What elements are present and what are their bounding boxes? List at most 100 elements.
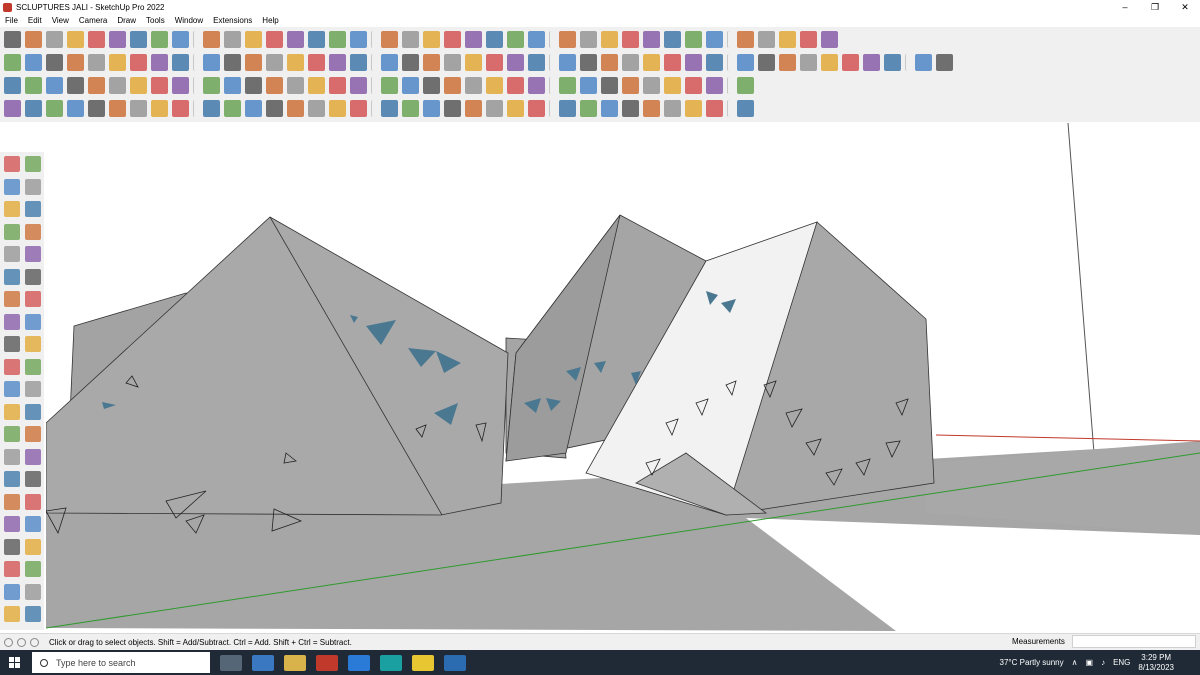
construction-tool-icon[interactable]: [381, 53, 398, 71]
language-indicator[interactable]: ENG: [1113, 658, 1130, 667]
left-tool-icon[interactable]: [4, 268, 20, 285]
left-tool-icon[interactable]: [25, 426, 41, 442]
standard-tool-icon[interactable]: [706, 30, 723, 48]
close-button[interactable]: ✕: [1170, 0, 1200, 14]
sandbox-tool-icon[interactable]: [25, 99, 42, 117]
standard-tool-icon[interactable]: [444, 30, 461, 48]
solid-tool-icon[interactable]: [643, 76, 660, 94]
left-tool-icon[interactable]: [25, 471, 41, 487]
left-tool-icon[interactable]: [4, 561, 20, 577]
standard-tool-icon[interactable]: [172, 30, 189, 48]
standard-tool-icon[interactable]: [67, 30, 84, 48]
left-tool-icon[interactable]: [4, 223, 20, 240]
solid-tool-icon[interactable]: [706, 76, 723, 94]
solid-tool-icon[interactable]: [507, 76, 524, 94]
solid-tool-icon[interactable]: [266, 76, 283, 94]
solid-tool-icon[interactable]: [528, 76, 545, 94]
construction-tool-icon[interactable]: [884, 53, 901, 71]
standard-tool-icon[interactable]: [758, 30, 775, 48]
solid-tool-icon[interactable]: [444, 76, 461, 94]
sandbox-tool-icon[interactable]: [737, 99, 754, 117]
left-tool-icon[interactable]: [25, 516, 41, 532]
left-tool-icon[interactable]: [25, 336, 41, 352]
construction-tool-icon[interactable]: [109, 53, 126, 71]
taskbar-search[interactable]: Type here to search: [32, 652, 210, 673]
solid-tool-icon[interactable]: [245, 76, 262, 94]
construction-tool-icon[interactable]: [423, 53, 440, 71]
sticky-notes-icon[interactable]: [412, 654, 434, 671]
left-tool-icon[interactable]: [25, 246, 41, 262]
construction-tool-icon[interactable]: [507, 53, 524, 71]
construction-tool-icon[interactable]: [287, 53, 304, 71]
start-button[interactable]: [0, 650, 30, 675]
standard-tool-icon[interactable]: [203, 30, 220, 48]
left-tool-icon[interactable]: [25, 403, 41, 420]
solid-tool-icon[interactable]: [88, 76, 105, 94]
minimize-button[interactable]: –: [1110, 0, 1140, 14]
left-tool-icon[interactable]: [25, 448, 41, 465]
standard-tool-icon[interactable]: [559, 30, 576, 48]
left-tool-icon[interactable]: [25, 291, 41, 307]
left-tool-icon[interactable]: [4, 246, 20, 262]
sandbox-tool-icon[interactable]: [664, 99, 681, 117]
standard-tool-icon[interactable]: [130, 30, 147, 48]
construction-tool-icon[interactable]: [88, 53, 105, 71]
sandbox-tool-icon[interactable]: [559, 99, 576, 117]
left-tool-icon[interactable]: [4, 313, 20, 330]
solid-tool-icon[interactable]: [664, 76, 681, 94]
left-tool-icon[interactable]: [4, 538, 20, 555]
solid-tool-icon[interactable]: [67, 76, 84, 94]
construction-tool-icon[interactable]: [224, 53, 241, 71]
left-tool-icon[interactable]: [25, 268, 41, 285]
standard-tool-icon[interactable]: [151, 30, 168, 48]
construction-tool-icon[interactable]: [737, 53, 754, 71]
sandbox-tool-icon[interactable]: [444, 99, 461, 117]
left-tool-icon[interactable]: [25, 178, 41, 195]
construction-tool-icon[interactable]: [172, 53, 189, 71]
standard-tool-icon[interactable]: [287, 30, 304, 48]
sandbox-tool-icon[interactable]: [266, 99, 283, 117]
left-tool-icon[interactable]: [4, 381, 20, 397]
geo-location-icon[interactable]: [4, 637, 13, 647]
solid-tool-icon[interactable]: [287, 76, 304, 94]
construction-tool-icon[interactable]: [465, 53, 482, 71]
left-tool-icon[interactable]: [4, 336, 20, 352]
construction-tool-icon[interactable]: [402, 53, 419, 71]
standard-tool-icon[interactable]: [350, 30, 367, 48]
sandbox-tool-icon[interactable]: [706, 99, 723, 117]
construction-tool-icon[interactable]: [559, 53, 576, 71]
construction-tool-icon[interactable]: [203, 53, 220, 71]
solid-tool-icon[interactable]: [465, 76, 482, 94]
standard-tool-icon[interactable]: [4, 30, 21, 48]
sandbox-tool-icon[interactable]: [601, 99, 618, 117]
sandbox-tool-icon[interactable]: [224, 99, 241, 117]
task-view-icon[interactable]: [220, 654, 242, 671]
solid-tool-icon[interactable]: [46, 76, 63, 94]
standard-tool-icon[interactable]: [423, 30, 440, 48]
construction-tool-icon[interactable]: [350, 53, 367, 71]
construction-tool-icon[interactable]: [580, 53, 597, 71]
standard-tool-icon[interactable]: [800, 30, 817, 48]
left-tool-icon[interactable]: [25, 583, 41, 600]
solid-tool-icon[interactable]: [172, 76, 189, 94]
sandbox-tool-icon[interactable]: [622, 99, 639, 117]
word-app-icon[interactable]: [348, 654, 370, 671]
left-tool-icon[interactable]: [4, 403, 20, 420]
left-tool-icon[interactable]: [4, 448, 20, 465]
standard-tool-icon[interactable]: [329, 30, 346, 48]
menu-tools[interactable]: Tools: [141, 16, 170, 25]
standard-tool-icon[interactable]: [465, 30, 482, 48]
standard-tool-icon[interactable]: [266, 30, 283, 48]
construction-tool-icon[interactable]: [622, 53, 639, 71]
left-tool-icon[interactable]: [4, 606, 20, 622]
left-tool-icon[interactable]: [25, 606, 41, 622]
standard-tool-icon[interactable]: [528, 30, 545, 48]
construction-tool-icon[interactable]: [800, 53, 817, 71]
standard-tool-icon[interactable]: [685, 30, 702, 48]
left-tool-icon[interactable]: [25, 493, 41, 510]
standard-tool-icon[interactable]: [737, 30, 754, 48]
left-tool-icon[interactable]: [4, 178, 20, 195]
solid-tool-icon[interactable]: [685, 76, 702, 94]
sandbox-tool-icon[interactable]: [381, 99, 398, 117]
measurements-input[interactable]: [1072, 635, 1196, 648]
